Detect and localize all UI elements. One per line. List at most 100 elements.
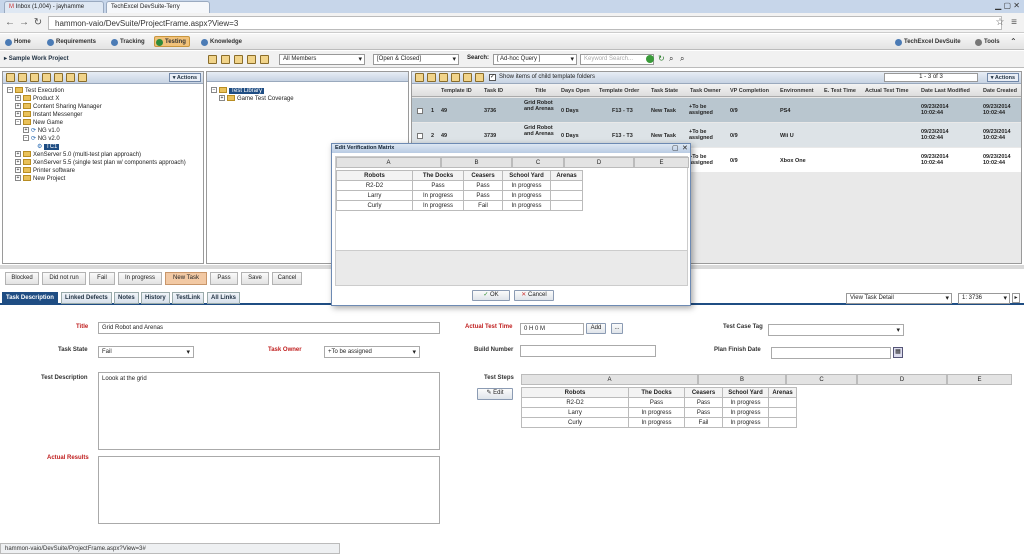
view-select[interactable]: View Task Detail	[846, 293, 952, 304]
chart-icon[interactable]	[247, 55, 256, 64]
column-header-e[interactable]: E	[634, 157, 689, 168]
matrix-cell[interactable]: Fail	[463, 200, 503, 211]
matrix-cell[interactable]: R2-D2	[336, 180, 413, 191]
column-header-d[interactable]: D	[857, 374, 947, 385]
col-header-task-id[interactable]: Task ID	[484, 88, 503, 94]
go-icon[interactable]	[646, 55, 654, 63]
title-input[interactable]: Grid Robot and Arenas	[98, 322, 440, 334]
edit-task-icon[interactable]	[427, 73, 436, 82]
record-select[interactable]: 1: 3736	[958, 293, 1010, 304]
status-pass-button[interactable]: Pass	[210, 272, 238, 285]
collapse-icon[interactable]: −	[23, 135, 29, 142]
collapse-icon[interactable]: −	[15, 119, 21, 126]
tab-all-links[interactable]: All Links	[207, 292, 241, 304]
col-header-date-last-modified[interactable]: Date Last Modified	[921, 88, 970, 94]
export-icon[interactable]	[260, 55, 269, 64]
nav-home[interactable]: Home	[4, 37, 34, 48]
cell-title[interactable]: Grid Robot and Arenas	[524, 100, 558, 112]
matrix-cell[interactable]: Fail	[684, 417, 723, 428]
actual-results-textarea[interactable]	[98, 456, 440, 524]
calendar-icon[interactable]: ▦	[893, 347, 903, 358]
tree-node-printer-software[interactable]: + Printer software	[15, 167, 75, 175]
column-header-d[interactable]: D	[564, 157, 634, 168]
matrix-cell[interactable]: Curly	[336, 200, 413, 211]
pager[interactable]: 1 - 3 of 3	[884, 73, 978, 82]
matrix-cell[interactable]: In progress	[502, 200, 551, 211]
status-filter-select[interactable]: [Open & Closed]	[373, 54, 459, 65]
column-header-b[interactable]: B	[441, 157, 512, 168]
column-header-a[interactable]: A	[521, 374, 698, 385]
matrix-cell[interactable]: In progress	[722, 397, 769, 408]
dialog-titlebar[interactable]: Edit Verification Matrix	[332, 144, 690, 153]
col-header-vp-completion[interactable]: VP Completion	[730, 88, 769, 94]
matrix-cell[interactable]: In progress	[502, 190, 551, 201]
edit-steps-button[interactable]: ✎ Edit	[477, 388, 513, 400]
task-state-select[interactable]: Fail	[98, 346, 194, 358]
expand-icon[interactable]: +	[23, 127, 29, 134]
edit-icon[interactable]	[30, 73, 39, 82]
tree-node-tc1[interactable]: ⚙ TC1	[37, 143, 60, 151]
matrix-cell[interactable]: Pass	[684, 407, 723, 418]
filter-icon[interactable]	[475, 73, 484, 82]
nav-testing[interactable]: Testing	[154, 36, 190, 47]
expand-icon[interactable]: +	[15, 95, 21, 102]
left-actions-button[interactable]: ▾ Actions	[168, 73, 201, 82]
column-header-c[interactable]: C	[786, 374, 857, 385]
matrix-cell[interactable]	[768, 407, 797, 418]
delete-task-icon[interactable]	[439, 73, 448, 82]
nav-tools[interactable]: Tools	[974, 37, 1003, 48]
tree-node-xenserver-50[interactable]: + XenServer 5.0 (multi-test plan approach…	[15, 151, 141, 159]
status-in-progress-button[interactable]: In progress	[118, 272, 162, 285]
col-header-template-order[interactable]: Template Order	[599, 88, 639, 94]
tree-node-xenserver-55[interactable]: + XenServer 5.5 (single test plan w/ comp…	[15, 159, 186, 167]
matrix-cell[interactable]: Arenas	[768, 387, 797, 398]
export-task-icon[interactable]	[463, 73, 472, 82]
maximize-icon[interactable]: ▢	[672, 144, 679, 152]
matrix-cell[interactable]: Arenas	[550, 170, 583, 181]
next-record-icon[interactable]: ▸	[1012, 293, 1020, 303]
report-icon[interactable]	[234, 55, 243, 64]
tab-notes[interactable]: Notes	[114, 292, 139, 304]
task-owner-select[interactable]: +To be assigned	[324, 346, 420, 358]
matrix-cell[interactable]: The Docks	[412, 170, 464, 181]
row-checkbox[interactable]	[417, 133, 423, 139]
new-folder-icon[interactable]	[6, 73, 15, 82]
window-controls[interactable]: ▁ ▢ ✕	[995, 1, 1020, 10]
tree-node-test-library[interactable]: − Test Library	[211, 87, 265, 95]
matrix-cell[interactable]: In progress	[722, 417, 769, 428]
matrix-cell[interactable]: Pass	[412, 180, 464, 191]
matrix-cell[interactable]	[550, 190, 583, 201]
matrix-cell[interactable]	[768, 417, 797, 428]
new-item-icon[interactable]	[18, 73, 27, 82]
matrix-cell[interactable]: The Docks	[628, 387, 685, 398]
matrix-cell[interactable]: In progress	[628, 417, 685, 428]
tree-node-test-execution[interactable]: − Test Execution	[7, 87, 64, 95]
save-button[interactable]: Save	[241, 272, 269, 285]
cancel-button[interactable]: Cancel	[272, 272, 302, 285]
matrix-cell[interactable]	[550, 200, 583, 211]
tab-task-description[interactable]: Task Description	[2, 292, 58, 304]
col-header-environment[interactable]: Environment	[780, 88, 814, 94]
matrix-cell[interactable]: Pass	[628, 397, 685, 408]
collapse-icon[interactable]: ⌃	[1010, 37, 1017, 46]
matrix-cell[interactable]: Larry	[336, 190, 413, 201]
expand-icon[interactable]: +	[15, 111, 21, 118]
col-header-template-id[interactable]: Template ID	[441, 88, 472, 94]
browser-tab-inbox[interactable]: M Inbox (1,004) - jayhamme	[4, 1, 104, 13]
grid-actions-button[interactable]: ▾ Actions	[986, 73, 1019, 82]
url-input[interactable]: hammon-vaio/DevSuite/ProjectFrame.aspx?V…	[48, 16, 1002, 30]
status-fail-button[interactable]: Fail	[89, 272, 115, 285]
matrix-cell[interactable]: Pass	[463, 180, 503, 191]
expand-icon[interactable]: +	[15, 167, 21, 174]
status-blocked-button[interactable]: Blocked	[5, 272, 39, 285]
matrix-cell[interactable]: In progress	[412, 200, 464, 211]
column-header-b[interactable]: B	[698, 374, 786, 385]
col-header-date-created[interactable]: Date Created	[983, 88, 1017, 94]
members-select[interactable]: All Members	[279, 54, 365, 65]
expand-icon[interactable]: +	[15, 103, 21, 110]
expand-icon[interactable]: +	[15, 151, 21, 158]
dialog-cancel-button[interactable]: ✕ Cancel	[514, 290, 554, 301]
delete-icon[interactable]	[42, 73, 51, 82]
matrix-cell[interactable]	[768, 397, 797, 408]
matrix-cell[interactable]: School Yard	[502, 170, 551, 181]
